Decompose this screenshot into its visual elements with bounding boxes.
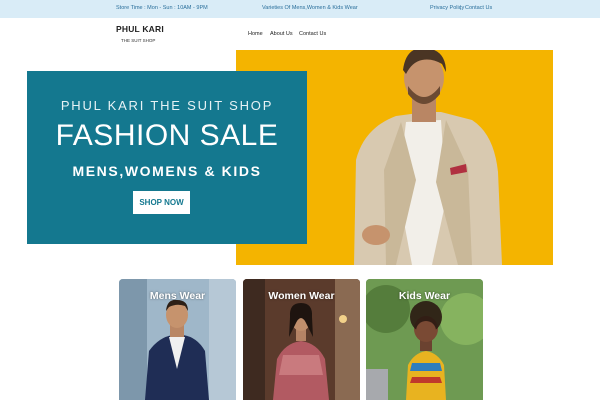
brand-logo-text[interactable]: PHUL KARI bbox=[116, 24, 164, 34]
category-title-mens: Mens Wear bbox=[149, 290, 206, 302]
hero-sale-panel: PHUL KARI THE SUIT SHOP FASHION SALE MEN… bbox=[27, 71, 307, 244]
topbar-separator: | bbox=[460, 5, 462, 11]
top-info-bar: Store Time : Mon - Sun : 10AM - 9PM Vari… bbox=[0, 0, 600, 18]
varieties-text: Varieties Of Mens,Women & Kids Wear bbox=[262, 5, 358, 11]
brand-tagline: THE SUIT SHOP bbox=[121, 38, 156, 43]
category-card-kids[interactable]: Kids Wear bbox=[366, 279, 483, 400]
category-card-mens[interactable]: Mens Wear bbox=[119, 279, 236, 400]
category-card-womens[interactable]: Women Wear bbox=[243, 279, 360, 400]
nav-home-link[interactable]: Home bbox=[248, 31, 263, 37]
topbar-contact-link[interactable]: Contact Us bbox=[465, 5, 492, 11]
nav-about-link[interactable]: About Us bbox=[270, 31, 293, 37]
hero-title: FASHION SALE bbox=[55, 119, 279, 152]
nav-contact-link[interactable]: Contact Us bbox=[299, 31, 326, 37]
hero-subtitle: MENS,WOMENS & KIDS bbox=[72, 163, 262, 179]
hero-kicker: PHUL KARI THE SUIT SHOP bbox=[60, 98, 274, 113]
shop-now-button[interactable]: SHOP NOW bbox=[133, 191, 190, 214]
category-title-womens: Women Wear bbox=[268, 290, 335, 302]
category-title-kids: Kids Wear bbox=[398, 290, 451, 302]
store-hours-text: Store Time : Mon - Sun : 10AM - 9PM bbox=[116, 5, 208, 11]
